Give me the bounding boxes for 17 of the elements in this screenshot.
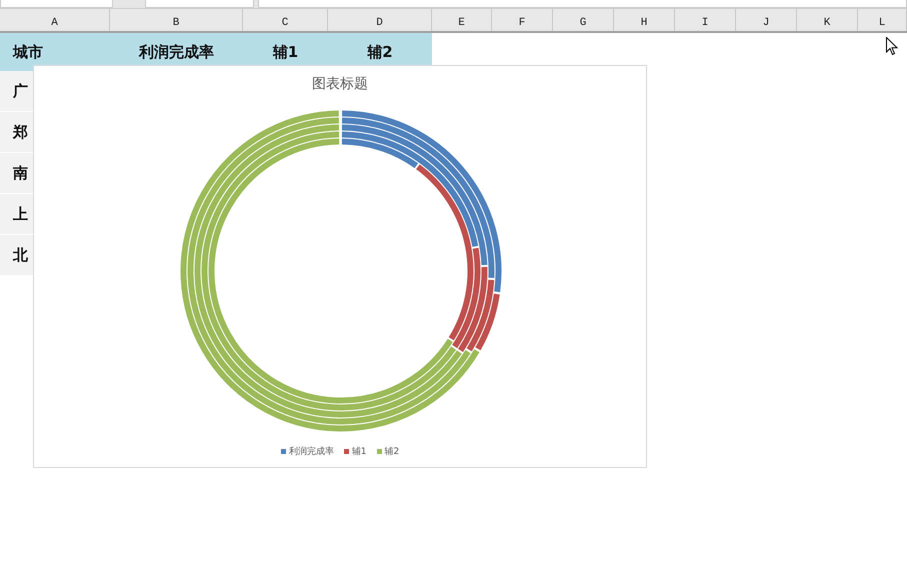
- chart-title: 图表标题: [312, 75, 368, 94]
- column-header[interactable]: C: [243, 9, 328, 31]
- column-header[interactable]: E: [432, 9, 492, 31]
- column-header[interactable]: F: [492, 9, 553, 31]
- column-header[interactable]: D: [328, 9, 432, 31]
- column-header[interactable]: K: [797, 9, 858, 31]
- column-header[interactable]: A: [0, 9, 110, 31]
- column-header[interactable]: B: [110, 9, 243, 31]
- legend-label: 利润完成率: [288, 446, 334, 458]
- legend-label: 辅1: [352, 446, 366, 458]
- column-header[interactable]: J: [736, 9, 797, 31]
- column-header[interactable]: G: [553, 9, 614, 31]
- column-header[interactable]: I: [675, 9, 736, 31]
- column-header[interactable]: H: [614, 9, 675, 31]
- column-header[interactable]: L: [858, 9, 907, 31]
- cursor-icon: [886, 37, 899, 56]
- legend-label: 辅2: [384, 446, 400, 458]
